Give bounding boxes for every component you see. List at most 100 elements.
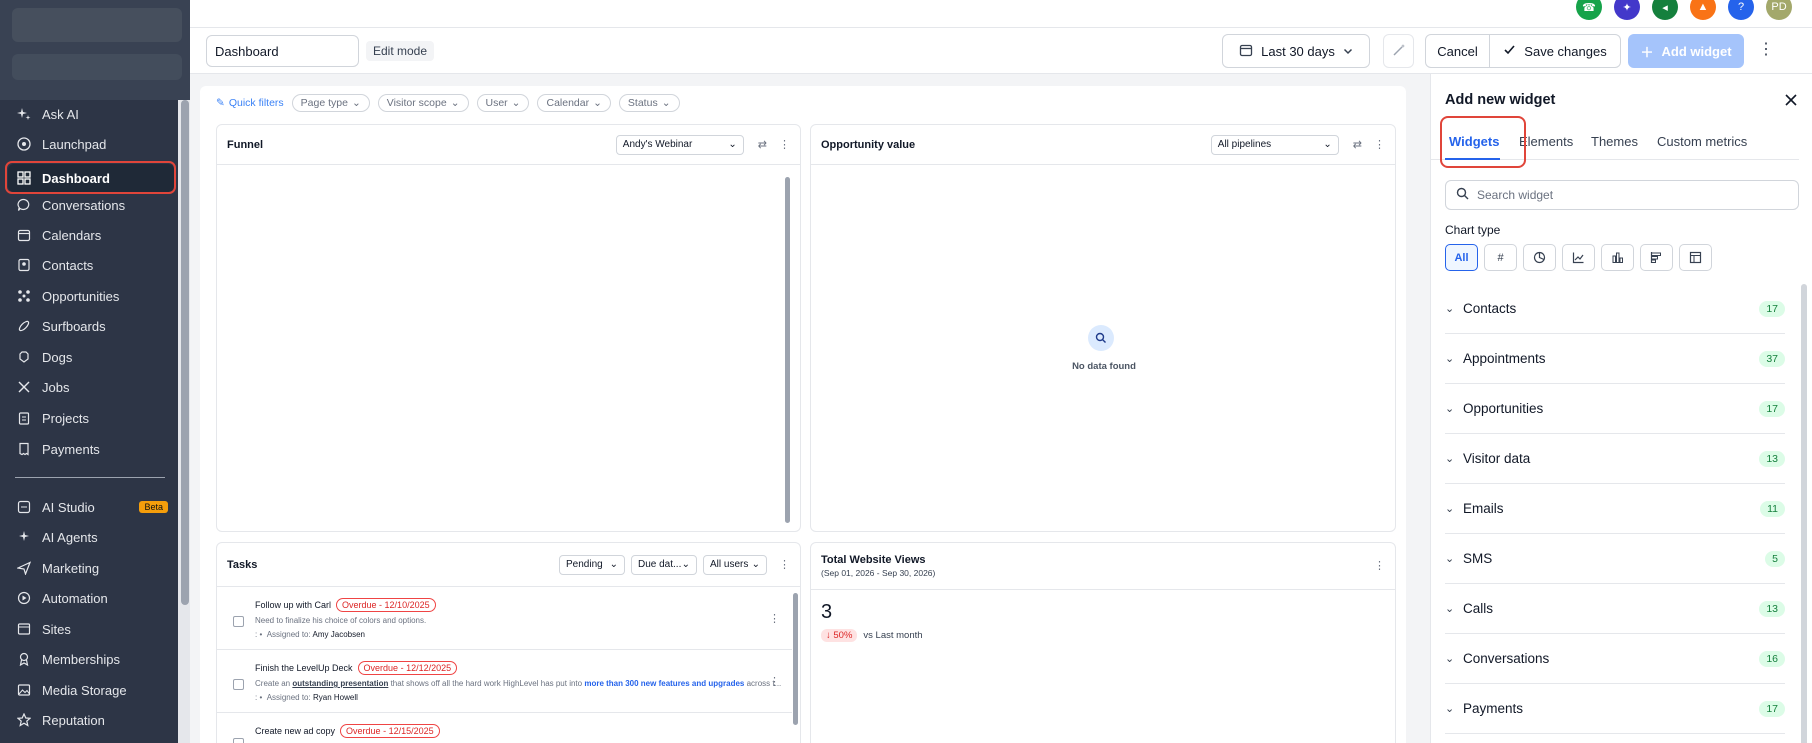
tab-themes[interactable]: Themes [1591, 134, 1638, 149]
sidebar-item-opportunities[interactable]: Opportunities [8, 282, 174, 310]
chart-type-pie[interactable] [1523, 244, 1556, 271]
phone-icon[interactable]: ☎ [1576, 0, 1602, 20]
more-vertical-icon[interactable]: ⋮ [1374, 138, 1385, 151]
filter-chip-calendar[interactable]: Calendar ⌄ [537, 94, 611, 112]
help-icon[interactable]: ? [1728, 0, 1754, 20]
add-widget-button[interactable]: ＋ Add widget [1628, 34, 1744, 68]
task-checkbox[interactable] [233, 679, 244, 690]
sidebar-item-automation[interactable]: Automation [8, 584, 174, 612]
chart-type-number[interactable]: # [1484, 244, 1517, 271]
tab-elements[interactable]: Elements [1519, 134, 1573, 149]
sidebar-item-jobs[interactable]: Jobs [8, 373, 174, 401]
bell-icon[interactable]: ▲ [1690, 0, 1716, 20]
pipeline-select[interactable]: All pipelines ⌄ [1210, 134, 1339, 155]
chevron-down-icon: ⌄ [681, 559, 690, 570]
chart-type-bar[interactable] [1601, 244, 1634, 271]
chevron-down-icon: ⌄ [728, 139, 737, 150]
category-conversations[interactable]: ⌄ Conversations 16 [1445, 634, 1785, 684]
sidebar-item-conversations[interactable]: Conversations [8, 191, 174, 219]
filter-chip-status[interactable]: Status ⌄ [618, 94, 680, 112]
opportunity-value-widget[interactable]: Opportunity value All pipelines ⌄ ⇄ ⋮ No… [810, 124, 1396, 532]
category-appointments[interactable]: ⌄ Appointments 37 [1445, 334, 1785, 384]
megaphone-icon[interactable]: ◂ [1652, 0, 1678, 20]
filter-chip-visitor-scope[interactable]: Visitor scope ⌄ [377, 94, 469, 112]
category-calls[interactable]: ⌄ Calls 13 [1445, 584, 1785, 634]
status-filter-select[interactable]: Pending ⌄ [559, 554, 625, 575]
sidebar-item-dogs[interactable]: Dogs [8, 343, 174, 371]
quick-filters-button[interactable]: ✎ Quick filters [216, 97, 284, 109]
category-visitor-data[interactable]: ⌄ Visitor data 13 [1445, 434, 1785, 484]
chart-type-table[interactable] [1679, 244, 1712, 271]
task-row[interactable]: Follow up with Carl Overdue - 12/10/2025 … [217, 588, 792, 650]
tasks-scrollbar[interactable] [793, 593, 798, 725]
task-checkbox[interactable] [233, 616, 244, 627]
filter-chip-page-type[interactable]: Page type ⌄ [291, 94, 370, 112]
task-description: Create an outstanding presentation that … [255, 679, 781, 688]
sidebar-search[interactable] [12, 54, 182, 80]
sidebar-item-projects[interactable]: Projects [8, 404, 174, 432]
filter-chip-user[interactable]: User ⌄ [476, 94, 530, 112]
ai-sparkle-icon[interactable]: ✦ [1614, 0, 1640, 20]
more-vertical-icon[interactable]: ⋮ [779, 138, 790, 151]
funnel-widget[interactable]: Funnel Andy's Webinar ⌄ ⇄ ⋮ [216, 124, 801, 532]
category-opportunities[interactable]: ⌄ Opportunities 17 [1445, 384, 1785, 434]
sidebar-item-ai-agents[interactable]: AI Agents [8, 523, 174, 551]
panel-scrollbar[interactable] [1801, 284, 1807, 743]
sidebar-item-launchpad[interactable]: Launchpad [8, 130, 174, 158]
funnel-scrollbar[interactable] [785, 177, 790, 523]
due-date-filter-select[interactable]: Due dat... ⌄ [631, 554, 697, 575]
more-vertical-icon[interactable]: ⋮ [1758, 42, 1774, 58]
avatar[interactable]: PD [1766, 0, 1792, 20]
close-icon[interactable] [1785, 94, 1797, 109]
category-sms[interactable]: ⌄ SMS 5 [1445, 534, 1785, 584]
magic-wand-button[interactable] [1383, 34, 1414, 68]
add-widget-panel: Add new widget Widgets Elements Themes C… [1430, 74, 1812, 743]
category-contacts[interactable]: ⌄ Contacts 17 [1445, 284, 1785, 334]
more-vertical-icon[interactable]: ⋮ [1374, 559, 1385, 572]
sidebar-item-memberships[interactable]: Memberships [8, 645, 174, 673]
desc-link[interactable]: outstanding presentation [292, 679, 388, 688]
sidebar-item-contacts[interactable]: Contacts [8, 251, 174, 279]
sidebar-item-surfboards[interactable]: Surfboards [8, 312, 174, 340]
task-row[interactable]: Create new ad copy Overdue - 12/15/2025 [217, 714, 792, 743]
chart-type-line[interactable] [1562, 244, 1595, 271]
desc-link[interactable]: more than 300 new features and upgrades [584, 679, 744, 688]
sidebar-item-payments[interactable]: Payments [8, 435, 174, 463]
sidebar-scrollbar[interactable] [181, 100, 189, 605]
category-name: Emails [1463, 501, 1504, 516]
category-emails[interactable]: ⌄ Emails 11 [1445, 484, 1785, 534]
swap-icon[interactable]: ⇄ [1353, 138, 1362, 151]
date-range-button[interactable]: Last 30 days [1222, 34, 1370, 68]
sidebar-item-ask-ai[interactable]: Ask AI [8, 100, 174, 128]
sidebar-item-sites[interactable]: Sites [8, 615, 174, 643]
chart-type-horizontal-bar[interactable] [1640, 244, 1673, 271]
more-vertical-icon[interactable]: ⋮ [769, 675, 780, 688]
dashboard-name-input[interactable] [206, 35, 359, 67]
chip-label: Visitor scope [386, 97, 447, 109]
more-vertical-icon[interactable]: ⋮ [779, 558, 790, 571]
task-row[interactable]: Finish the LevelUp Deck Overdue - 12/12/2… [217, 651, 792, 713]
account-switcher[interactable] [12, 8, 182, 42]
more-vertical-icon[interactable]: ⋮ [769, 612, 780, 625]
sidebar-item-reputation[interactable]: Reputation [8, 706, 174, 734]
cancel-button[interactable]: Cancel [1425, 34, 1490, 68]
chart-type-all[interactable]: All [1445, 244, 1478, 271]
task-checkbox[interactable] [233, 738, 244, 743]
sidebar-item-media-storage[interactable]: Media Storage [8, 676, 174, 704]
save-changes-button[interactable]: Save changes [1489, 34, 1621, 68]
category-payments[interactable]: ⌄ Payments 17 [1445, 684, 1785, 734]
compare-label: vs Last month [863, 630, 923, 641]
highlight-ring [1440, 116, 1526, 168]
user-filter-select[interactable]: All users ⌄ [703, 554, 767, 575]
website-views-widget[interactable]: Total Website Views (Sep 01, 2026 - Sep … [810, 542, 1396, 743]
funnel-select[interactable]: Andy's Webinar ⌄ [615, 134, 744, 155]
tasks-widget[interactable]: Tasks Pending ⌄ Due dat... ⌄ All users ⌄ ⋮ … [216, 542, 801, 743]
swap-icon[interactable]: ⇄ [758, 138, 767, 151]
search-widget-input[interactable]: Search widget [1445, 180, 1799, 210]
tab-custom-metrics[interactable]: Custom metrics [1657, 134, 1747, 149]
sidebar-item-calendars[interactable]: Calendars [8, 221, 174, 249]
sidebar-item-ai-studio[interactable]: AI Studio Beta [8, 493, 174, 521]
dashboard-toolbar: Edit mode Last 30 days Cancel Save chang… [190, 28, 1812, 74]
category-count: 5 [1765, 550, 1785, 567]
sidebar-item-marketing[interactable]: Marketing [8, 554, 174, 582]
